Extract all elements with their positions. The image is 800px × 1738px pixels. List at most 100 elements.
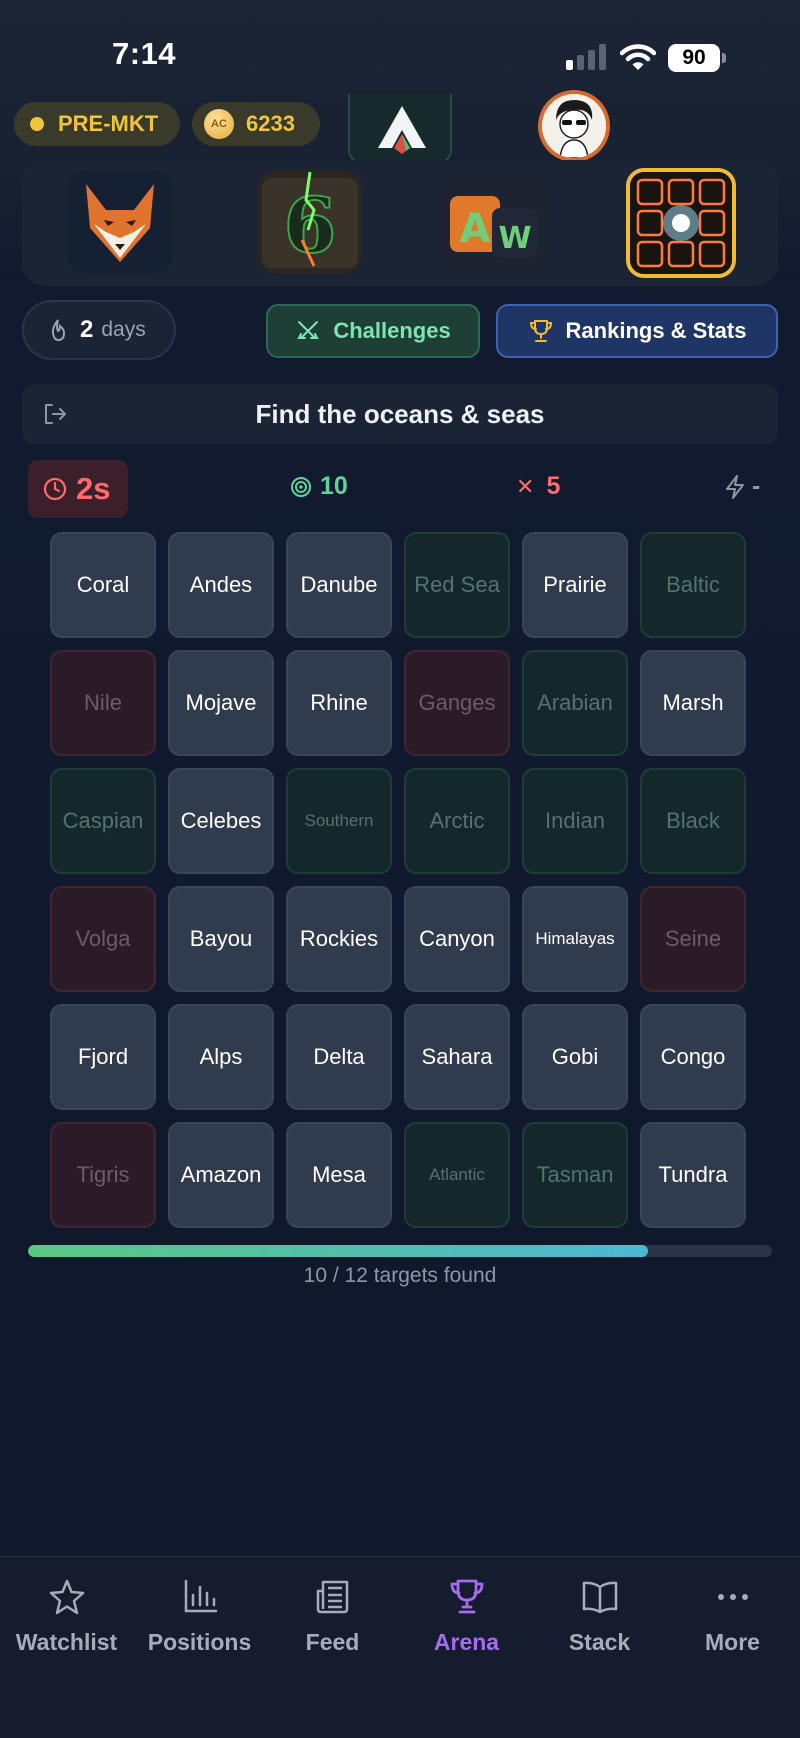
market-status-badge[interactable]: PRE-MKT: [14, 102, 180, 146]
grid-cell[interactable]: Mesa: [286, 1122, 392, 1228]
bonus-stat: -: [724, 472, 760, 501]
grid-cell[interactable]: Black: [640, 768, 746, 874]
nav-arena[interactable]: Arena: [400, 1577, 533, 1656]
timer-value: 2s: [76, 471, 111, 506]
progress-bar: [28, 1245, 772, 1257]
grid-cell[interactable]: Canyon: [404, 886, 510, 992]
cellular-signal-icon: [566, 44, 608, 70]
nav-feed[interactable]: Feed: [266, 1577, 399, 1656]
grid-cell[interactable]: Caspian: [50, 768, 156, 874]
game-tile-six[interactable]: 6: [258, 170, 362, 274]
nav-feed-label: Feed: [305, 1629, 360, 1655]
svg-text:A: A: [460, 206, 491, 252]
tab-rankings[interactable]: Rankings & Stats: [496, 304, 778, 358]
grid-cell[interactable]: Indian: [522, 768, 628, 874]
market-status-label: PRE-MKT: [58, 111, 159, 136]
grid-cell[interactable]: Fjord: [50, 1004, 156, 1110]
grid-cell[interactable]: Tasman: [522, 1122, 628, 1228]
word-tiles-icon: A W: [442, 170, 546, 274]
more-icon: [717, 1594, 748, 1600]
crossed-swords-icon: [297, 321, 319, 339]
bottom-nav: Watchlist Positions Feed Arena Stack Mor…: [0, 1556, 800, 1738]
tab-challenges[interactable]: Challenges: [266, 304, 480, 358]
flame-icon: [51, 319, 66, 342]
grid-cell[interactable]: Andes: [168, 532, 274, 638]
grid-cell[interactable]: Tundra: [640, 1122, 746, 1228]
cross-icon: ✕: [516, 473, 535, 499]
exit-icon[interactable]: [42, 402, 68, 426]
games-carousel: 6 A W: [22, 160, 778, 286]
grid-cell[interactable]: Volga: [50, 886, 156, 992]
grid-cell[interactable]: Arctic: [404, 768, 510, 874]
nav-stack-label: Stack: [568, 1629, 631, 1655]
grid-cell[interactable]: Mojave: [168, 650, 274, 756]
coin-icon: AC: [204, 109, 234, 139]
word-grid: Coral Andes Danube Red Sea Prairie Baltic Nile…: [50, 532, 750, 1228]
grid-cell[interactable]: Seine: [640, 886, 746, 992]
grid-cell[interactable]: Marsh: [640, 650, 746, 756]
game-tile-grid[interactable]: [626, 168, 736, 278]
grid-cell[interactable]: Nile: [50, 650, 156, 756]
battery-icon: 90: [668, 44, 726, 72]
nav-stack[interactable]: Stack: [533, 1577, 666, 1656]
grid-cell[interactable]: Congo: [640, 1004, 746, 1110]
grid-cell[interactable]: Himalayas: [522, 886, 628, 992]
avatar-illustration-icon: [542, 94, 606, 158]
wifi-icon: [619, 42, 657, 72]
nav-positions-label: Positions: [147, 1629, 252, 1655]
grid-cell[interactable]: Atlantic: [404, 1122, 510, 1228]
miss-value: 5: [546, 472, 561, 500]
grid-cell[interactable]: Prairie: [522, 532, 628, 638]
score-value: 10: [320, 472, 348, 500]
star-icon: [49, 1579, 84, 1615]
nav-more-label: More: [705, 1629, 760, 1655]
grid-cell[interactable]: Celebes: [168, 768, 274, 874]
grid-cell[interactable]: Red Sea: [404, 532, 510, 638]
grid-cell[interactable]: Danube: [286, 532, 392, 638]
game-tile-fox[interactable]: [68, 170, 172, 274]
grid-cell[interactable]: Arabian: [522, 650, 628, 756]
nav-more[interactable]: More: [666, 1577, 799, 1656]
status-time: 7:14: [112, 36, 177, 71]
game-tile-word[interactable]: A W: [442, 170, 546, 274]
grid-cell[interactable]: Bayou: [168, 886, 274, 992]
svg-text:W: W: [498, 221, 531, 256]
lightning-icon: [726, 474, 744, 499]
grid-cell[interactable]: Gobi: [522, 1004, 628, 1110]
grid-cell[interactable]: Delta: [286, 1004, 392, 1110]
coin-balance-badge[interactable]: AC 6233: [192, 102, 320, 146]
grid-cell[interactable]: Tigris: [50, 1122, 156, 1228]
nav-arena-label: Arena: [433, 1629, 500, 1655]
app-logo-tab[interactable]: [348, 94, 452, 164]
grid-cell[interactable]: Amazon: [168, 1122, 274, 1228]
grid-cell[interactable]: Sahara: [404, 1004, 510, 1110]
profile-avatar[interactable]: [538, 90, 610, 162]
status-dot-icon: [30, 117, 44, 131]
grid-cell[interactable]: Rockies: [286, 886, 392, 992]
app-logo-icon: [378, 106, 426, 154]
fox-icon: [68, 170, 172, 274]
task-prompt: Find the oceans & seas: [255, 398, 545, 429]
grid-cell[interactable]: Rhine: [286, 650, 392, 756]
trophy-icon: [450, 1579, 483, 1614]
grid-cell[interactable]: Coral: [50, 532, 156, 638]
streak-unit: days: [101, 318, 146, 341]
coin-balance: 6233: [246, 111, 295, 136]
bar-chart-icon: [184, 1579, 217, 1613]
progress-label: 10 / 12 targets found: [303, 1264, 497, 1287]
book-icon: [582, 1581, 617, 1614]
streak-badge[interactable]: 2 days: [22, 300, 176, 360]
progress-fill: [28, 1245, 648, 1257]
timer-badge: 2s: [28, 460, 128, 518]
grid-cell[interactable]: Southern: [286, 768, 392, 874]
tab-challenges-label: Challenges: [333, 318, 451, 343]
grid-cell[interactable]: Alps: [168, 1004, 274, 1110]
grid-cell[interactable]: Baltic: [640, 532, 746, 638]
nav-positions[interactable]: Positions: [133, 1577, 266, 1656]
grid-cell[interactable]: Ganges: [404, 650, 510, 756]
nav-watchlist-label: Watchlist: [15, 1629, 118, 1655]
nav-watchlist[interactable]: Watchlist: [0, 1577, 133, 1656]
task-bar: Find the oceans & seas: [22, 384, 778, 444]
glowing-grid-icon: [630, 172, 732, 274]
score-stat: 10: [290, 472, 348, 501]
